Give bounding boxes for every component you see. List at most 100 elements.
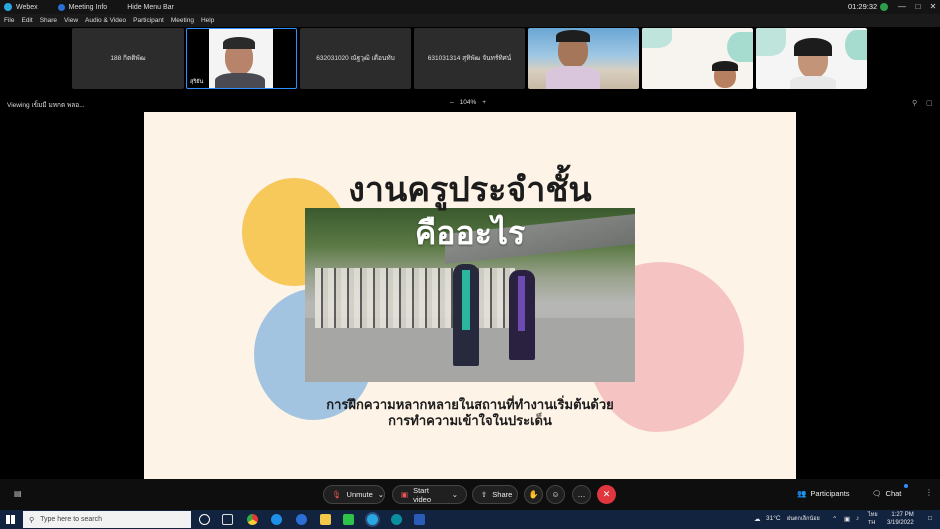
more-options-button[interactable]: …: [572, 485, 591, 504]
notifications-icon[interactable]: □: [928, 515, 932, 522]
windows-start-icon[interactable]: [6, 515, 15, 524]
meeting-info-button[interactable]: Meeting Info: [69, 4, 108, 11]
lang-code: TH: [868, 520, 876, 526]
meeting-info-icon[interactable]: [57, 3, 65, 11]
share-icon: ⇧: [481, 490, 488, 499]
clock-time: 1:27 PM: [891, 512, 914, 518]
close-window-button[interactable]: ✕: [927, 0, 939, 14]
zoom-control: – 104% +: [450, 99, 486, 106]
viewing-label: Viewing เข็มมี มหกต พลอ...: [7, 102, 85, 109]
hide-menu-bar-button[interactable]: Hide Menu Bar: [127, 4, 174, 11]
participant-video-tile[interactable]: [528, 28, 639, 89]
participant-tile[interactable]: 631031314 สุทิพัฒ จันทร์ทิศน์: [414, 28, 525, 89]
search-icon: ⚲: [29, 516, 35, 524]
menu-participant[interactable]: Participant: [133, 17, 164, 24]
participant-video-tile[interactable]: [756, 28, 867, 89]
unmute-label: Unmute: [346, 490, 373, 499]
participants-button[interactable]: 👥 Participants: [797, 489, 850, 498]
lang-label: ไทย: [868, 512, 878, 518]
chat-label: Chat: [885, 489, 902, 498]
webex-taskbar-icon[interactable]: [296, 514, 307, 525]
menu-audio-video[interactable]: Audio & Video: [85, 17, 126, 24]
weather-text: ฝนตกเล็กน้อย: [787, 516, 820, 522]
chat-button[interactable]: 🗨 Chat: [872, 489, 901, 498]
weather-icon: ☁: [754, 516, 761, 523]
participant-name: สุริยัน: [190, 79, 204, 85]
meeting-controls: ▤ 🎙 Unmute ⌄ ▣ Start video ⌄ ⇧ Share ✋ ☺…: [0, 479, 940, 510]
meeting-timer: 01:29:32: [848, 2, 878, 11]
participant-name: 188 กิตติพัฒ: [110, 55, 146, 62]
app-name: Webex: [16, 3, 38, 11]
camera-off-icon: ▣: [401, 490, 409, 499]
tray-chevron-icon[interactable]: ⌃: [832, 515, 837, 523]
zoom-out-button[interactable]: –: [450, 99, 454, 106]
participant-strip: 188 กิตติพัฒ สุริยัน 632031020 ณัฐวุฒิ เ…: [0, 27, 940, 93]
secure-shield-icon: [880, 3, 888, 11]
unmute-button[interactable]: 🎙 Unmute ⌄: [323, 485, 385, 504]
clock-date: 3/19/2022: [887, 520, 914, 526]
zoom-level: 104%: [459, 99, 477, 106]
participant-video: [209, 29, 273, 88]
participant-tile[interactable]: 188 กิตติพัฒ: [72, 28, 184, 89]
menu-share[interactable]: Share: [40, 17, 57, 24]
file-explorer-icon[interactable]: [320, 514, 331, 525]
share-button[interactable]: ⇧ Share: [472, 485, 518, 504]
share-view-bar: Viewing เข็มมี มหกต พลอ... – 104% + ⚲ ▢: [0, 96, 940, 112]
webex-logo-icon: [4, 3, 12, 11]
windows-taskbar: ⚲ Type here to search ☁ 31°C ฝนตกเล็กน้อ…: [0, 510, 940, 529]
chat-bubble-icon: 🗨: [872, 489, 882, 498]
menu-file[interactable]: File: [4, 17, 14, 24]
share-label: Share: [492, 490, 513, 499]
participants-label: Participants: [810, 489, 850, 498]
captions-icon[interactable]: ▤: [14, 489, 22, 498]
maximize-button[interactable]: □: [912, 0, 924, 14]
raise-hand-icon[interactable]: ✋: [524, 485, 543, 504]
participant-tile[interactable]: 632031020 ณัฐวุฒิ เดือนทับ: [300, 28, 411, 89]
chevron-down-icon: ⌄: [377, 490, 385, 499]
participant-tile-active[interactable]: สุริยัน: [186, 28, 297, 89]
line-app-icon[interactable]: [343, 514, 354, 525]
start-video-label: Start video: [413, 485, 432, 504]
webex-window: Webex Meeting Info Hide Menu Bar 01:29:3…: [0, 0, 940, 529]
weather-temp[interactable]: 31°C: [766, 515, 781, 522]
webex-meeting-taskbar-icon[interactable]: [367, 514, 378, 525]
photo-students: [315, 268, 515, 328]
edge-icon[interactable]: [271, 514, 282, 525]
chat-notification-dot: [904, 484, 908, 488]
system-clock[interactable]: 1:27 PM 3/19/2022: [887, 511, 914, 527]
volume-icon[interactable]: ♪: [856, 515, 859, 522]
menu-help[interactable]: Help: [201, 17, 214, 24]
input-language[interactable]: ไทย TH: [868, 511, 878, 527]
cortana-icon[interactable]: [199, 514, 210, 525]
start-video-button[interactable]: ▣ Start video ⌄: [392, 485, 467, 504]
leave-meeting-button[interactable]: ✕: [597, 485, 616, 504]
edge-dev-icon[interactable]: [391, 514, 402, 525]
task-view-icon[interactable]: [222, 514, 233, 525]
participant-name: 631031314 สุทิพัฒ จันทร์ทิศน์: [427, 55, 512, 62]
reactions-icon[interactable]: ☺: [546, 485, 565, 504]
photo-graduate-woman: [509, 270, 535, 360]
slide-subtitle-line2: การทำความเข้าใจในประเด็น: [388, 413, 552, 428]
more-vertical-icon[interactable]: ⋮: [925, 488, 933, 497]
shared-slide: งานครูประจำชั้น คืออะไร การฝึกความหลากหล…: [144, 112, 796, 479]
taskbar-search-box[interactable]: ⚲ Type here to search: [23, 511, 191, 528]
zoom-in-button[interactable]: +: [482, 99, 486, 106]
minimize-button[interactable]: —: [896, 0, 908, 14]
photo-graduate-man: [453, 264, 479, 366]
chrome-icon[interactable]: [247, 514, 258, 525]
slide-title-line2: คืออะไร: [414, 214, 526, 252]
mic-muted-icon: 🎙: [332, 490, 342, 499]
people-icon: 👥: [797, 489, 807, 498]
participant-name: 632031020 ณัฐวุฒิ เดือนทับ: [316, 55, 395, 62]
word-icon[interactable]: [414, 514, 425, 525]
menu-meeting[interactable]: Meeting: [171, 17, 194, 24]
chevron-down-icon: ⌄: [451, 490, 458, 499]
network-icon[interactable]: ▣: [844, 515, 850, 523]
participant-video-tile[interactable]: [642, 28, 753, 89]
title-bar: Webex Meeting Info Hide Menu Bar 01:29:3…: [0, 0, 940, 14]
search-placeholder: Type here to search: [40, 516, 103, 523]
fullscreen-icon[interactable]: ▢: [926, 99, 933, 107]
menu-edit[interactable]: Edit: [21, 17, 32, 24]
menu-view[interactable]: View: [64, 17, 78, 24]
magnifier-icon[interactable]: ⚲: [912, 99, 917, 107]
